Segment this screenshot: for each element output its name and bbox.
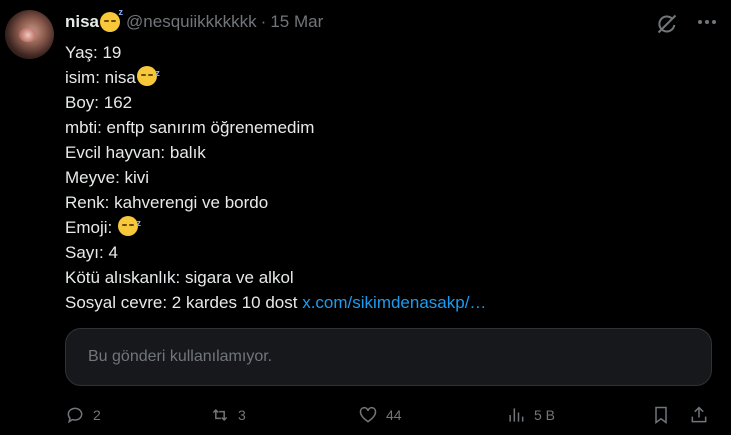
tweet-line: Sosyal cevre: 2 kardes 10 dost x.com/sik… xyxy=(65,290,486,315)
share-icon xyxy=(691,406,707,423)
views-chart-icon xyxy=(509,408,524,422)
line-text: Evcil hayvan: balık xyxy=(65,143,206,162)
tweet-line: Kötü alıskanlık: sigara ve alkol xyxy=(65,265,486,290)
tweet-line: Meyve: kivi xyxy=(65,165,486,190)
quoted-post-unavailable: Bu gönderi kullanılamıyor. xyxy=(65,328,712,386)
separator-dot: · xyxy=(260,12,267,31)
line-text: Kötü alıskanlık: sigara ve alkol xyxy=(65,268,294,287)
heart-icon xyxy=(359,406,377,423)
repost-icon xyxy=(212,408,228,422)
line-text: Boy: 162 xyxy=(65,93,133,112)
reply-icon xyxy=(67,407,83,424)
share-button[interactable] xyxy=(689,403,709,427)
author-name[interactable]: nisa xyxy=(65,12,99,32)
tweet-line: isim: nisa z xyxy=(65,65,486,90)
tweet-link[interactable]: x.com/sikimdenasakp/… xyxy=(302,293,486,312)
line-text: Meyve: kivi xyxy=(65,168,150,187)
author-handle[interactable]: @nesquiikkkkkkk xyxy=(126,12,257,32)
grok-icon[interactable] xyxy=(655,12,679,36)
line-text: Sayı: 4 xyxy=(65,243,118,262)
line-text: Renk: kahverengi ve bordo xyxy=(65,193,269,212)
tweet-text: Yaş: 19 isim: nisa z Boy: 162 mbti: enftp… xyxy=(65,40,486,315)
reply-count: 2 xyxy=(93,407,101,423)
tweet-line: Emoji: z xyxy=(65,215,486,240)
sleeping-face-emoji-icon: z xyxy=(100,7,123,32)
like-button[interactable]: 44 xyxy=(358,403,402,427)
line-text: Sosyal cevre: 2 kardes 10 dost xyxy=(65,293,298,312)
tweet-line: Yaş: 19 xyxy=(65,40,486,65)
tweet-line: Evcil hayvan: balık xyxy=(65,140,486,165)
tweet-line: Sayı: 4 xyxy=(65,240,486,265)
more-options-icon[interactable] xyxy=(698,20,716,24)
tweet-header: nisa z @nesquiikkkkkkk · 15 Mar xyxy=(65,7,323,34)
sleeping-face-emoji-icon: z xyxy=(117,216,141,236)
like-count: 44 xyxy=(386,407,402,423)
bookmark-button[interactable] xyxy=(651,403,671,427)
tweet-line: Boy: 162 xyxy=(65,90,486,115)
repost-count: 3 xyxy=(238,407,246,423)
reply-button[interactable]: 2 xyxy=(65,403,101,427)
avatar[interactable] xyxy=(5,10,54,59)
tweet-actions: 2 3 44 5 B xyxy=(65,403,725,427)
line-text: Emoji: xyxy=(65,218,113,237)
views-button[interactable]: 5 B xyxy=(506,403,555,427)
bookmark-icon xyxy=(655,406,667,424)
tweet-line: mbti: enftp sanırım öğrenemedim xyxy=(65,115,486,140)
tweet-line: Renk: kahverengi ve bordo xyxy=(65,190,486,215)
line-text: Yaş: 19 xyxy=(65,43,122,62)
repost-button[interactable]: 3 xyxy=(210,403,246,427)
unavailable-text: Bu gönderi kullanılamıyor. xyxy=(88,348,273,365)
view-count: 5 B xyxy=(534,407,556,423)
sleeping-face-emoji-icon: z xyxy=(136,66,160,86)
tweet-date[interactable]: 15 Mar xyxy=(270,12,323,32)
line-text: mbti: enftp sanırım öğrenemedim xyxy=(65,118,315,137)
line-text: isim: nisa xyxy=(65,68,136,87)
